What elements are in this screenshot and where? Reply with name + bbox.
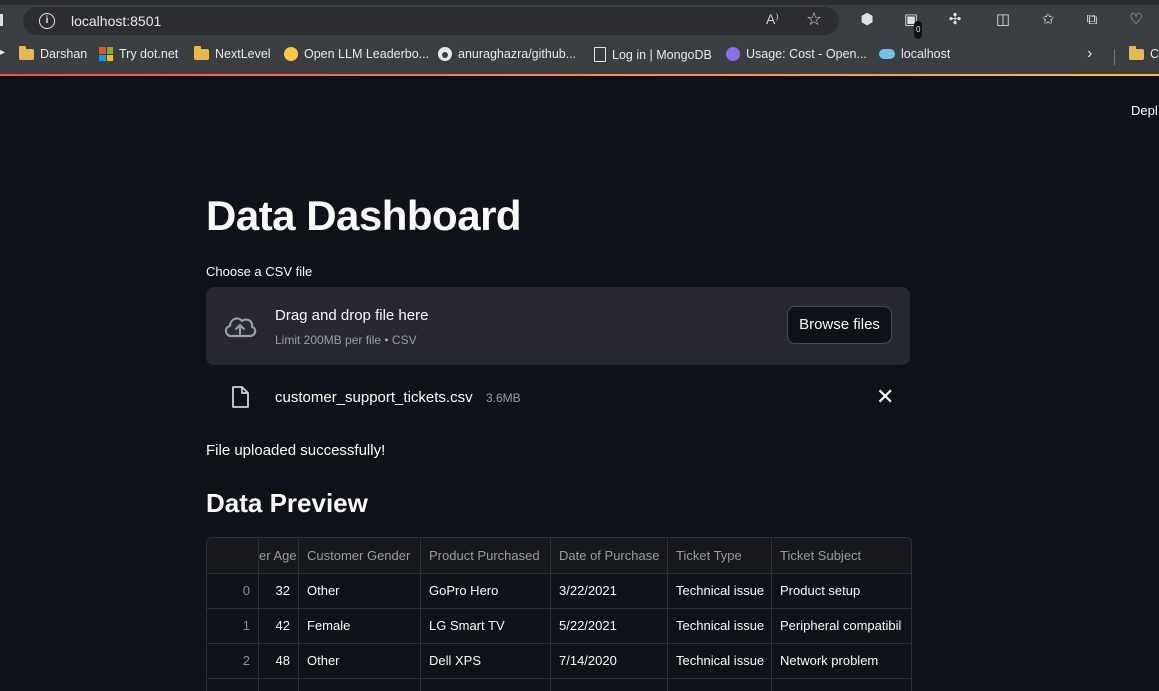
bookmark-localhost[interactable]: localhost <box>879 47 950 61</box>
table-cell <box>259 678 299 691</box>
bookmark-separator <box>1114 49 1115 65</box>
app-accent-bar <box>0 74 1159 76</box>
more-bookmarks-chevron-icon[interactable]: › <box>1087 45 1092 63</box>
github-icon <box>438 47 452 61</box>
cloud-upload-icon <box>224 317 257 338</box>
bookmark-nextlevel[interactable]: NextLevel <box>194 45 271 61</box>
uploaded-file-name: customer_support_tickets.csv <box>275 389 473 406</box>
table-cell[interactable]: 5/22/2021 <box>551 608 668 643</box>
page-title: Data Dashboard <box>206 192 522 239</box>
table-cell[interactable]: Female <box>299 608 421 643</box>
uploaded-file-row: customer_support_tickets.csv 3.6MB ✕ <box>206 378 910 418</box>
folder-icon <box>194 45 209 60</box>
file-icon <box>232 386 249 408</box>
table-cell[interactable]: GoPro Hero <box>421 573 551 608</box>
table-cell[interactable]: 7/14/2020 <box>551 643 668 678</box>
table-cell[interactable]: Technical issue <box>668 573 772 608</box>
table-cell[interactable]: Network problem <box>772 643 911 678</box>
file-dropzone[interactable]: Drag and drop file here Limit 200MB per … <box>206 287 910 365</box>
table-cell[interactable]: 3/22/2021 <box>551 573 668 608</box>
success-message: File uploaded successfully! <box>206 442 386 459</box>
data-preview-heading: Data Preview <box>206 488 368 518</box>
microsoft-icon <box>99 47 113 61</box>
table-cell[interactable]: LG Smart TV <box>421 608 551 643</box>
address-bar[interactable]: i localhost:8501 A⁾ ☆ <box>23 7 839 35</box>
huggingface-icon <box>284 47 298 61</box>
other-favorites-folder[interactable]: C <box>1129 45 1159 61</box>
dropzone-limit: Limit 200MB per file • CSV <box>275 333 417 347</box>
bookmark-openai-usage[interactable]: Usage: Cost - Open... <box>726 47 867 61</box>
table-cell[interactable]: Product setup <box>772 573 911 608</box>
browser-essentials-icon[interactable]: ♡ <box>1127 11 1145 29</box>
dropzone-instructions: Drag and drop file here <box>275 307 429 324</box>
table-row[interactable]: 0 32 Other GoPro Hero 3/22/2021 Technica… <box>207 573 911 609</box>
table-cell <box>421 678 551 691</box>
bookmark-try-dotnet[interactable]: Try dot.net <box>99 47 178 61</box>
extensions-puzzle-icon[interactable]: ✣ <box>946 11 964 29</box>
tab-strip-edge <box>0 0 1159 5</box>
table-header-row: er Age Customer Gender Product Purchased… <box>207 538 911 574</box>
column-header[interactable]: Ticket Subject <box>772 538 911 573</box>
table-cell[interactable]: 48 <box>259 643 299 678</box>
bookmark-fragment[interactable]: ▸ <box>0 47 5 58</box>
split-screen-icon[interactable]: ◫ <box>994 11 1012 29</box>
read-aloud-icon[interactable]: A⁾ <box>766 11 779 28</box>
column-header[interactable]: er Age <box>259 538 299 573</box>
extension-counter-icon[interactable]: ▣ 0 <box>902 11 923 39</box>
row-index <box>207 678 259 691</box>
site-info-icon[interactable]: i <box>39 13 55 29</box>
row-index: 2 <box>207 643 259 678</box>
table-cell[interactable]: 42 <box>259 608 299 643</box>
collections-icon[interactable]: ⧉ <box>1083 11 1101 29</box>
column-header[interactable]: Product Purchased <box>421 538 551 573</box>
row-index: 0 <box>207 573 259 608</box>
folder-icon <box>19 45 34 60</box>
table-cell[interactable]: Dell XPS <box>421 643 551 678</box>
favorites-icon[interactable]: ✩ <box>1039 11 1057 29</box>
row-index: 1 <box>207 608 259 643</box>
deploy-button[interactable]: Depl <box>1131 103 1158 118</box>
folder-icon <box>1129 45 1144 60</box>
data-preview-table[interactable]: er Age Customer Gender Product Purchased… <box>206 537 912 691</box>
column-header[interactable]: Ticket Type <box>668 538 772 573</box>
openai-icon <box>726 47 740 61</box>
page-icon <box>594 47 606 62</box>
browser-chrome: i localhost:8501 A⁾ ☆ ⬢ ▣ 0 ✣ ◫ ✩ ⧉ ♡ ▸ D… <box>0 0 1159 76</box>
url-text[interactable]: localhost:8501 <box>71 13 161 29</box>
table-cell[interactable]: Peripheral compatibil <box>772 608 911 643</box>
table-cell[interactable]: Technical issue <box>668 643 772 678</box>
remove-file-close-icon[interactable]: ✕ <box>876 384 894 410</box>
table-row[interactable] <box>207 678 911 691</box>
extension-badge: 0 <box>914 21 923 39</box>
uploader-label: Choose a CSV file <box>206 264 313 279</box>
tab-fragment[interactable] <box>0 14 3 26</box>
table-cell[interactable]: 32 <box>259 573 299 608</box>
table-cell <box>299 678 421 691</box>
bookmark-mongodb[interactable]: Log in | MongoDB <box>594 47 712 62</box>
bookmark-github[interactable]: anuraghazra/github... <box>438 47 576 61</box>
table-cell <box>551 678 668 691</box>
extension-shield-icon[interactable]: ⬢ <box>858 11 876 29</box>
table-row[interactable]: 2 48 Other Dell XPS 7/14/2020 Technical … <box>207 643 911 679</box>
uploaded-file-size: 3.6MB <box>486 391 521 405</box>
favorite-star-icon[interactable]: ☆ <box>806 9 822 30</box>
localhost-icon <box>879 49 895 59</box>
bookmarks-bar: ▸ Darshan Try dot.net NextLevel Open LLM… <box>0 42 1159 70</box>
column-header[interactable]: Customer Gender <box>299 538 421 573</box>
browse-files-button[interactable]: Browse files <box>787 306 892 344</box>
table-cell <box>668 678 772 691</box>
table-cell[interactable]: Other <box>299 573 421 608</box>
table-row[interactable]: 1 42 Female LG Smart TV 5/22/2021 Techni… <box>207 608 911 644</box>
bookmark-open-llm-leaderboard[interactable]: Open LLM Leaderbo... <box>284 47 429 61</box>
index-header <box>207 538 259 573</box>
table-cell[interactable]: Technical issue <box>668 608 772 643</box>
column-header[interactable]: Date of Purchase <box>551 538 668 573</box>
bookmark-darshan[interactable]: Darshan <box>19 45 87 61</box>
table-cell[interactable]: Other <box>299 643 421 678</box>
